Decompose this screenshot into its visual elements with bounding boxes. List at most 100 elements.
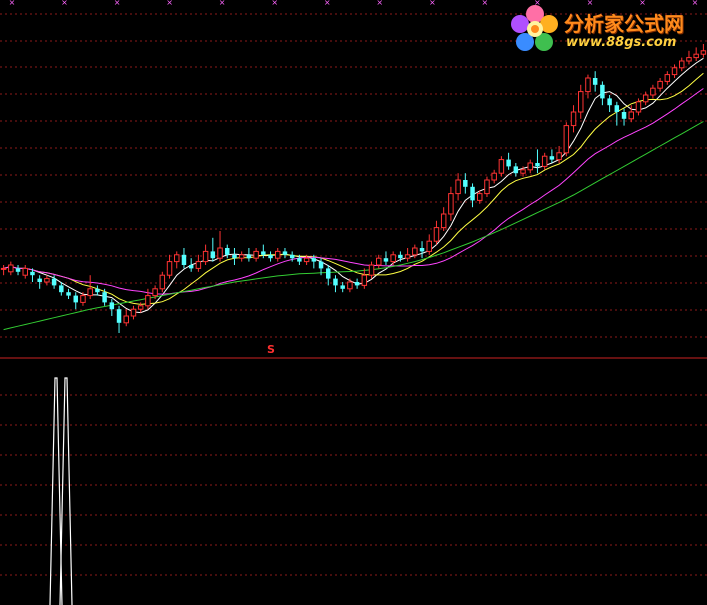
candle-body-up [80, 295, 86, 303]
candle-body-down [261, 251, 266, 255]
candle-body-up [563, 125, 570, 154]
candle-body-down [51, 278, 57, 286]
top-tick-mark: × [429, 0, 436, 7]
candle-body-down [15, 268, 21, 272]
candle-body-up [455, 179, 461, 195]
candle-body-down [282, 251, 288, 255]
candle-body-up [376, 257, 382, 266]
candle-body-down [225, 248, 230, 255]
candle-body-up [174, 254, 180, 263]
candle-body-down [246, 254, 252, 259]
candle-body-up [303, 257, 310, 263]
candle-body-down [592, 78, 598, 85]
candle-body-down [102, 292, 107, 303]
candle-body-down [188, 265, 194, 269]
candle-body-down [30, 271, 35, 276]
top-tick-mark: × [9, 0, 16, 7]
candle-body-down [340, 285, 345, 289]
candle-body-up [440, 213, 447, 229]
candle-body-up [527, 162, 533, 171]
candle-body-down [37, 278, 42, 282]
candle-body-up [578, 91, 584, 113]
candle-body-up [166, 261, 173, 276]
top-tick-mark: × [481, 0, 488, 7]
candle-body-down [614, 105, 620, 112]
candle-body-up [8, 264, 14, 273]
candle-body-down [116, 309, 122, 323]
candle-body-down [59, 285, 64, 293]
candle-body-down [289, 254, 295, 259]
candle-body-up [390, 254, 396, 263]
top-tick-mark: × [219, 0, 226, 7]
candle-body-up [195, 261, 202, 269]
candle-body-up [253, 250, 259, 259]
candle-body-down [318, 261, 324, 269]
site-logo[interactable]: 分析家公式网 www.88gs.com [504, 2, 704, 56]
candle-body-down [66, 292, 71, 296]
candle-body-up [87, 288, 93, 297]
candle-body-up [657, 80, 663, 89]
ma-line-ma-mid [3, 72, 704, 305]
candle-body-down [383, 258, 389, 262]
candle-body-up [426, 240, 432, 252]
candle-body-up [404, 254, 411, 259]
candle-body-up [484, 179, 490, 195]
candle-body-down [311, 258, 317, 262]
top-tick-mark: × [324, 0, 331, 7]
candle-body-up [679, 60, 685, 69]
candle-body-up [275, 250, 281, 259]
candle-body-up [686, 57, 692, 62]
candle-body-up [520, 169, 526, 174]
candle-body-down [181, 254, 187, 265]
candle-body-up [361, 274, 368, 286]
candle-body-up [628, 111, 634, 120]
ma-line-ma-long [3, 88, 704, 295]
top-tick-mark: × [166, 0, 173, 7]
candle-body-up [152, 288, 158, 297]
candle-body-up [448, 193, 454, 215]
candle-body-up [541, 155, 548, 167]
candle-body-up [130, 308, 137, 317]
candle-body-up [650, 87, 656, 96]
candle-body-down [398, 254, 403, 259]
candle-body-up [642, 94, 649, 103]
candle-body-down [470, 186, 475, 201]
candle-body-down [210, 251, 216, 259]
candle-body-up [570, 111, 577, 127]
candle-body-up [664, 74, 671, 82]
top-tick-mark: × [61, 0, 68, 7]
candle-body-up [585, 77, 591, 93]
candle-body-down [297, 258, 302, 262]
candle-body-up [671, 67, 678, 76]
candle-body-down [333, 278, 338, 286]
candle-body-up [412, 247, 418, 256]
candle-body-up [145, 295, 151, 307]
chart-stage: × × × × × × × × × × × × × × S 分析家公式网 www.88gs.com [0, 0, 707, 605]
candle-body-up [556, 152, 562, 161]
top-tick-mark: × [271, 0, 278, 7]
top-tick-mark: × [376, 0, 383, 7]
ma-line-ma-slow [3, 121, 704, 331]
candle-body-up [491, 172, 497, 181]
candle-body-up [159, 274, 166, 290]
candle-body-up [347, 281, 353, 290]
candle-body-down [268, 254, 273, 259]
candle-body-down [607, 98, 612, 106]
candle-body-down [513, 166, 519, 174]
candle-body-up [477, 193, 483, 201]
candle-body-up [433, 227, 440, 242]
price-chart: × × × × × × × × × × × × × × [0, 0, 707, 605]
candle-body-down [549, 156, 555, 160]
candle-body-up [123, 315, 129, 324]
candle-body-down [419, 248, 425, 252]
candle-body-down [326, 268, 331, 279]
top-tick-mark: × [114, 0, 121, 7]
candle-body-up [22, 267, 28, 276]
candle-body-down [354, 282, 360, 286]
candle-body-up [498, 159, 505, 174]
candle-body-up [44, 278, 50, 283]
candle-body-up [217, 247, 223, 259]
candle-body-up [137, 305, 144, 310]
candle-body-up [238, 254, 245, 259]
candle-body-down [621, 112, 627, 119]
